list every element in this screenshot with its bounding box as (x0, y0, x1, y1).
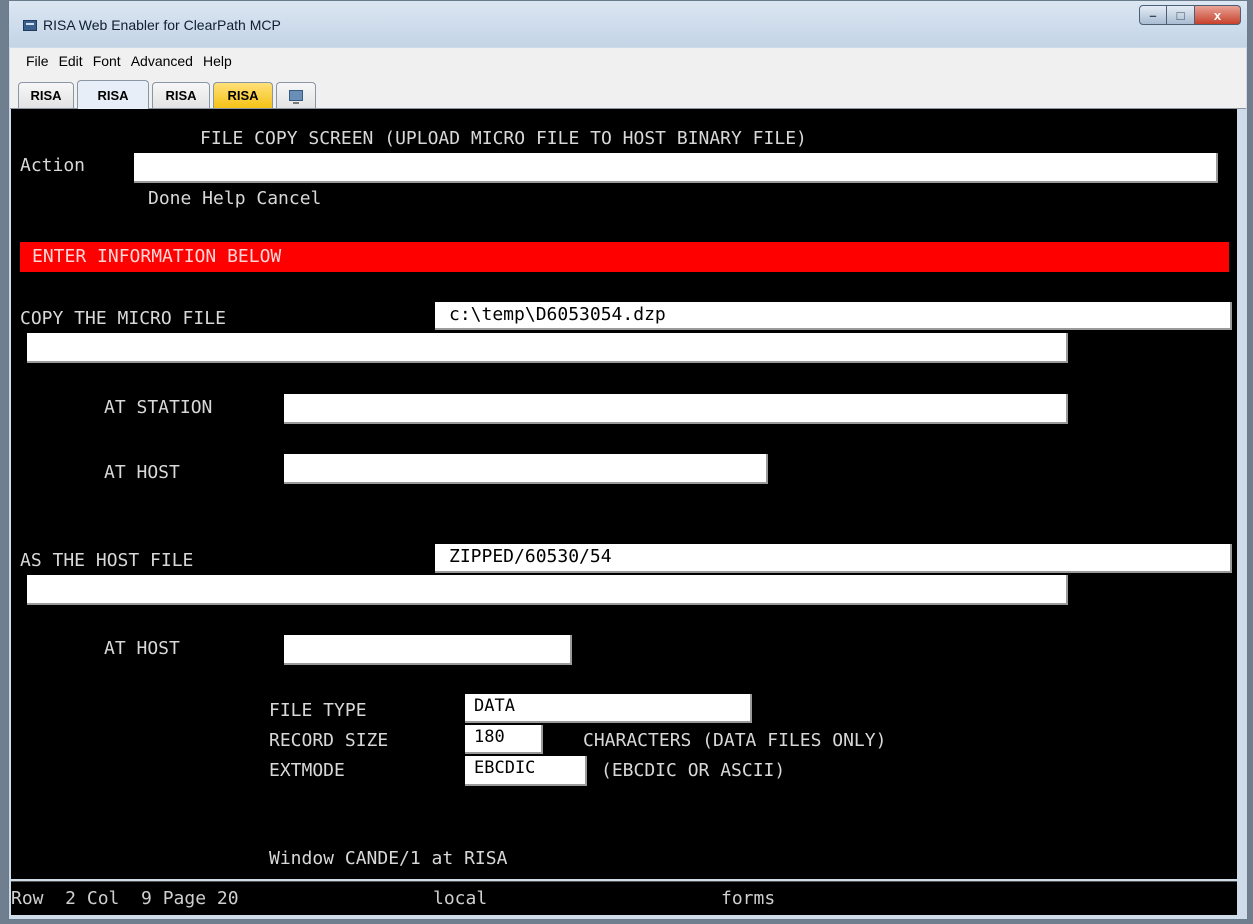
extmode-input[interactable]: EBCDIC (465, 756, 587, 786)
extmode-label: EXTMODE (269, 760, 345, 781)
menu-file[interactable]: File (10, 53, 54, 69)
tab-risa-2[interactable]: RISA (77, 80, 149, 109)
host-file-input[interactable]: ZIPPED/60530/54 (435, 544, 1232, 573)
menu-bar: File Edit Font Advanced Help (10, 48, 1246, 73)
menu-advanced[interactable]: Advanced (126, 53, 198, 69)
tab-new-session[interactable] (276, 82, 316, 108)
status-mode: local (433, 888, 488, 909)
action-label: Action (20, 155, 86, 176)
at-host-label-1: AT HOST (104, 462, 180, 483)
at-host-input-2[interactable] (284, 635, 572, 665)
app-icon (23, 20, 37, 31)
maximize-button[interactable]: □ (1167, 5, 1195, 25)
extmode-note: (EBCDIC OR ASCII) (601, 760, 786, 781)
record-size-note: CHARACTERS (DATA FILES ONLY) (583, 730, 887, 751)
file-type-label: FILE TYPE (269, 700, 367, 721)
tab-risa-1[interactable]: RISA (18, 82, 74, 108)
micro-file-continuation-input[interactable] (27, 333, 1068, 363)
at-station-input[interactable] (284, 394, 1068, 424)
menu-font[interactable]: Font (88, 53, 126, 69)
close-button[interactable]: x (1195, 5, 1241, 25)
minimize-button[interactable]: – (1139, 5, 1167, 25)
monitor-icon (289, 90, 303, 104)
info-banner: ENTER INFORMATION BELOW (20, 242, 1229, 272)
micro-file-label: COPY THE MICRO FILE (20, 308, 226, 329)
window-controls: – □ x (1139, 5, 1241, 25)
status-position: Row 2 Col 9 Page 20 (11, 888, 239, 909)
at-host-label-2: AT HOST (104, 638, 180, 659)
status-bar: Row 2 Col 9 Page 20 local forms (11, 881, 1237, 915)
session-tab-bar: RISA RISA RISA RISA (10, 73, 1246, 109)
file-type-input[interactable]: DATA (465, 694, 752, 723)
at-station-label: AT STATION (104, 397, 213, 418)
title-bar[interactable]: RISA Web Enabler for ClearPath MCP – □ x (9, 1, 1247, 47)
record-size-label: RECORD SIZE (269, 730, 389, 751)
record-size-input[interactable]: 180 (465, 725, 543, 754)
terminal-screen[interactable]: FILE COPY SCREEN (UPLOAD MICRO FILE TO H… (11, 109, 1237, 879)
tab-risa-3[interactable]: RISA (152, 82, 210, 108)
host-file-label: AS THE HOST FILE (20, 550, 194, 571)
window-title: RISA Web Enabler for ClearPath MCP (43, 17, 281, 33)
action-options: Done Help Cancel (148, 188, 322, 209)
micro-file-input[interactable]: c:\temp\D6053054.dzp (435, 302, 1232, 330)
menu-edit[interactable]: Edit (54, 53, 88, 69)
action-input[interactable] (134, 153, 1218, 183)
screen-title: FILE COPY SCREEN (UPLOAD MICRO FILE TO H… (200, 128, 807, 149)
status-type: forms (721, 888, 776, 909)
tab-risa-4[interactable]: RISA (213, 82, 273, 108)
at-host-input-1[interactable] (284, 454, 768, 484)
host-file-continuation-input[interactable] (27, 575, 1068, 605)
menu-help[interactable]: Help (198, 53, 237, 69)
window-info: Window CANDE/1 at RISA (269, 848, 508, 869)
